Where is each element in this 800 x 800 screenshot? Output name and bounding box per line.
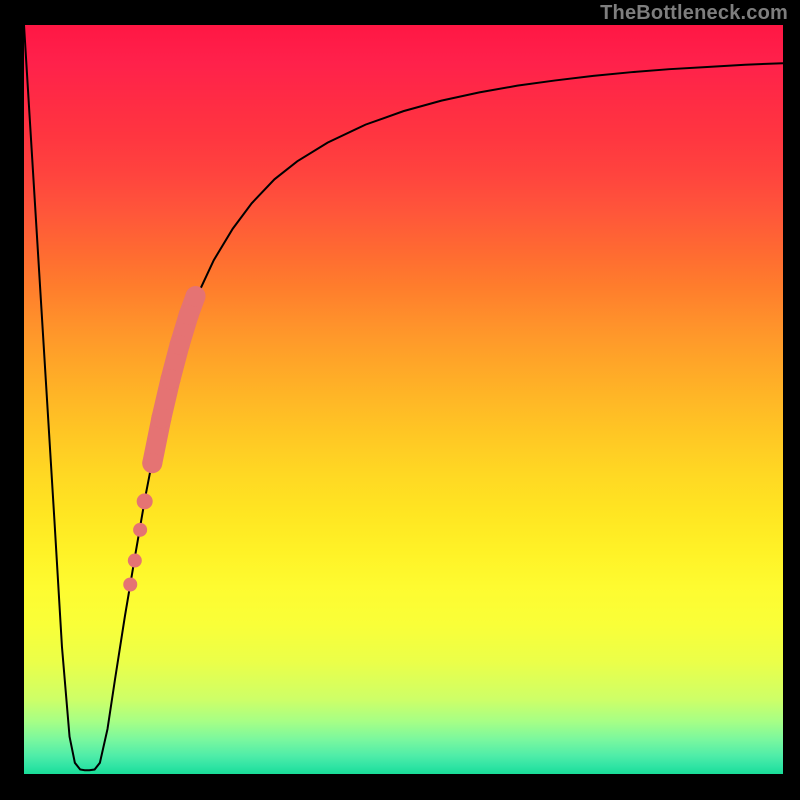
highlight-point — [142, 453, 162, 473]
bottleneck-chart — [0, 0, 800, 800]
watermark-text: TheBottleneck.com — [600, 2, 788, 25]
highlight-point — [133, 523, 147, 537]
highlight-point — [128, 554, 142, 568]
highlight-point — [179, 305, 199, 325]
highlight-point — [186, 286, 206, 306]
plot-background — [24, 25, 783, 774]
highlight-point — [137, 493, 153, 509]
highlight-point — [160, 369, 180, 389]
highlight-point — [123, 578, 137, 592]
highlight-point — [170, 335, 190, 355]
chart-stage: TheBottleneck.com — [0, 0, 800, 800]
highlight-point — [151, 408, 171, 428]
